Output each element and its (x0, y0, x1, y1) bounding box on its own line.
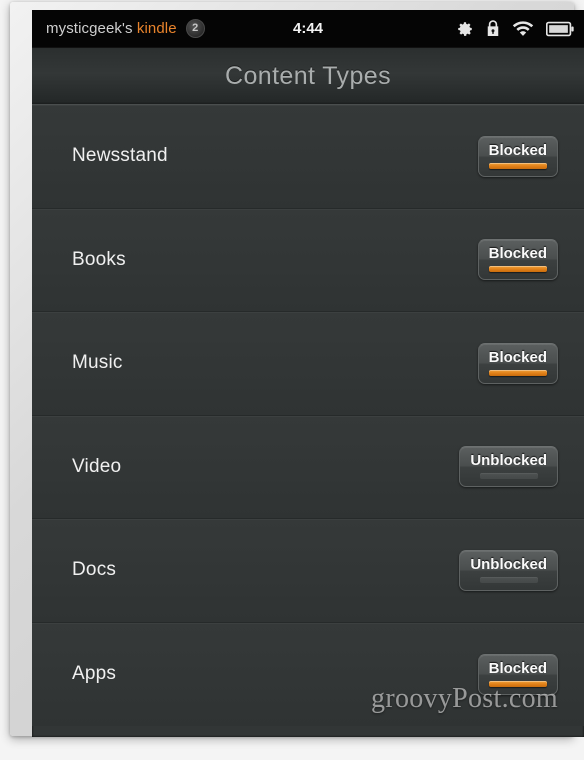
list-item[interactable]: Docs Unblocked (32, 519, 584, 623)
list-item[interactable]: Music Blocked (32, 312, 584, 416)
content-types-list: Newsstand Blocked Books Blocked Music Bl… (32, 105, 584, 726)
state-label: Blocked (488, 348, 547, 366)
state-label: Blocked (488, 659, 547, 677)
status-bar-icons (456, 19, 574, 38)
content-type-label: Music (72, 352, 123, 374)
content-type-label: Books (72, 248, 126, 270)
state-label: Unblocked (470, 452, 547, 470)
device-brand-text: kindle (136, 20, 177, 37)
toggle-state-button[interactable]: Blocked (477, 239, 558, 281)
content-type-label: Newsstand (72, 145, 168, 167)
list-item[interactable]: Books Blocked (32, 208, 584, 312)
content-type-label: Apps (72, 663, 117, 685)
toggle-state-button[interactable]: Unblocked (459, 446, 558, 488)
page-title: Content Types (225, 61, 391, 90)
status-bar: mysticgeek's kindle 2 4:44 (32, 10, 584, 48)
device-screen: mysticgeek's kindle 2 4:44 Content Types… (32, 10, 584, 737)
state-indicator-bar (479, 473, 538, 480)
content-type-label: Video (72, 455, 122, 477)
state-indicator-bar (488, 162, 547, 169)
list-item[interactable]: Apps Blocked (32, 622, 584, 726)
device-name-label[interactable]: mysticgeek's kindle (46, 20, 177, 37)
device-bezel: mysticgeek's kindle 2 4:44 Content Types… (10, 2, 584, 737)
list-item[interactable]: Video Unblocked (32, 415, 584, 519)
device-owner-text: mysticgeek's (46, 20, 133, 37)
gear-icon[interactable] (456, 20, 474, 38)
toggle-state-button[interactable]: Unblocked (459, 549, 558, 591)
state-indicator-bar (488, 266, 547, 273)
list-item[interactable]: Newsstand Blocked (32, 105, 584, 209)
screenshot-root: mysticgeek's kindle 2 4:44 Content Types… (0, 0, 584, 760)
state-indicator-bar (488, 369, 547, 376)
state-label: Blocked (488, 245, 547, 263)
content-type-label: Docs (72, 559, 117, 581)
state-label: Blocked (488, 141, 547, 159)
battery-icon[interactable] (546, 21, 574, 37)
state-indicator-bar (479, 576, 538, 583)
state-indicator-bar (488, 680, 547, 687)
toggle-state-button[interactable]: Blocked (477, 653, 558, 695)
state-label: Unblocked (470, 555, 547, 573)
page-title-bar: Content Types (32, 48, 584, 105)
lock-icon[interactable] (486, 19, 500, 38)
toggle-state-button[interactable]: Blocked (477, 135, 558, 177)
notification-badge[interactable]: 2 (185, 19, 205, 38)
toggle-state-button[interactable]: Blocked (477, 342, 558, 384)
wifi-icon[interactable] (512, 20, 534, 37)
